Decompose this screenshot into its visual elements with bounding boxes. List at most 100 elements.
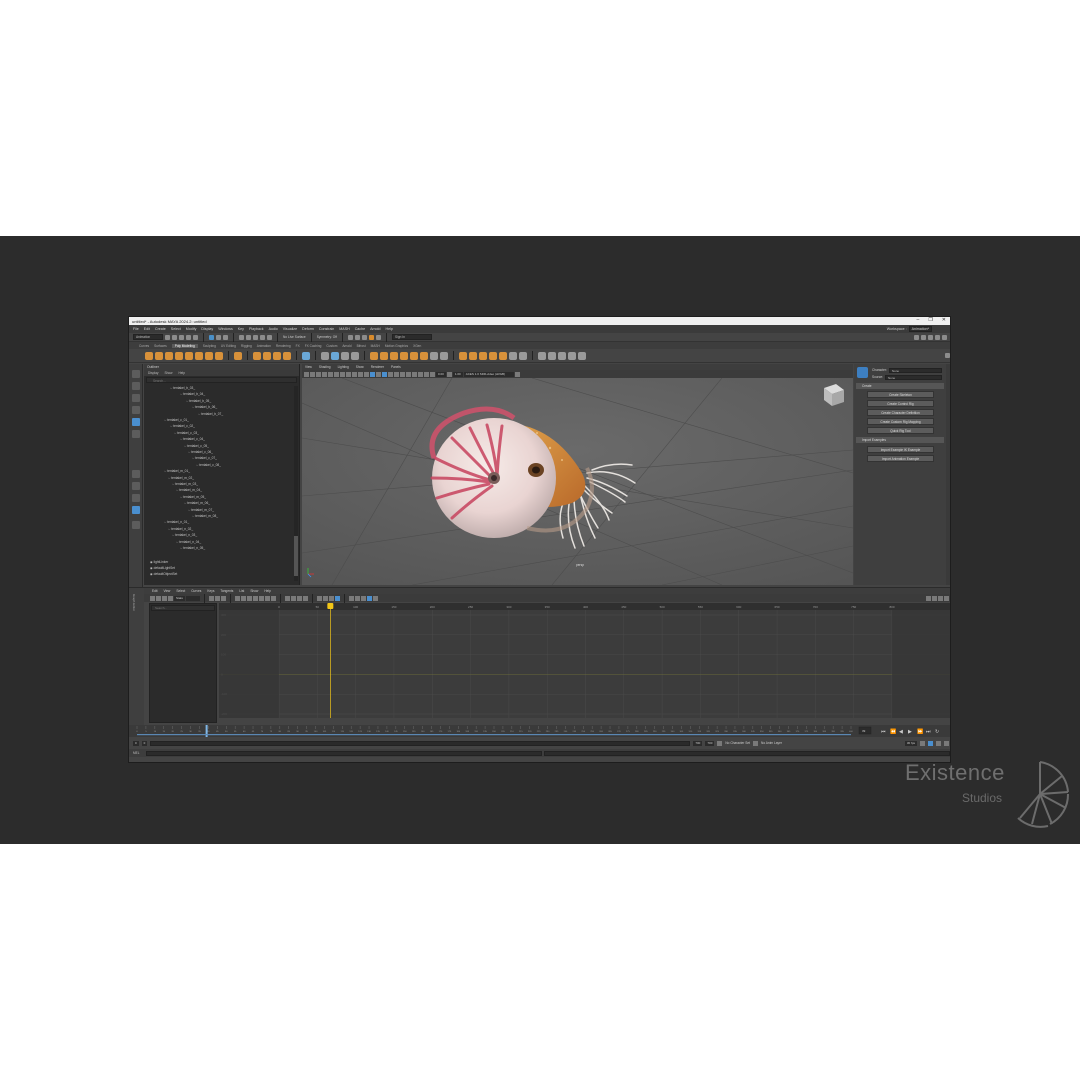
poly-disc-icon[interactable] bbox=[205, 351, 213, 360]
shelf-tab-fx-caching[interactable]: FX Caching bbox=[305, 344, 322, 348]
graph-canvas[interactable]: 0 50 100 150 200 250 300 350 400 450 500 550 600 650 7… bbox=[219, 603, 951, 718]
color-management-icon[interactable] bbox=[514, 371, 520, 377]
fps-dropdown[interactable]: 30 fps bbox=[904, 740, 917, 746]
ge-expand-icon[interactable] bbox=[944, 595, 949, 601]
menu-mash[interactable]: MASH bbox=[339, 327, 349, 331]
playback-control-icon[interactable]: ⏮ bbox=[881, 729, 886, 735]
import-ik-example-button[interactable]: Import Example IK Example bbox=[867, 446, 934, 453]
rotate-tool-icon[interactable] bbox=[132, 418, 140, 426]
outliner-item[interactable]: ⌵ tentakel_n_02_ bbox=[168, 527, 193, 531]
shelf-tab-surfaces[interactable]: Surfaces bbox=[154, 344, 167, 348]
poly-platonic-icon[interactable] bbox=[215, 351, 223, 360]
gamma-icon[interactable] bbox=[446, 371, 452, 377]
menu-select[interactable]: Select bbox=[171, 327, 181, 331]
outliner-item[interactable]: ⌵ tentakel_c_02_ bbox=[170, 424, 195, 428]
poly-sphere-icon[interactable] bbox=[145, 351, 153, 360]
outliner-item[interactable]: ⌵ tentakel_c_07_ bbox=[192, 456, 217, 460]
menu-help[interactable]: Help bbox=[385, 327, 392, 331]
xray-joints-icon[interactable] bbox=[430, 371, 435, 377]
maximize-button[interactable]: ❐ bbox=[928, 317, 932, 323]
outliner-item[interactable]: ⌵ tentakel_m_03_ bbox=[172, 482, 198, 486]
close-button[interactable]: ✕ bbox=[942, 317, 946, 323]
anim-layer-label[interactable]: No Anim Layer bbox=[761, 741, 782, 745]
outliner-item[interactable]: ⌵ tentakel_c_06_ bbox=[188, 450, 213, 454]
loop-icon[interactable] bbox=[920, 740, 925, 746]
offset-loop-icon[interactable] bbox=[558, 351, 566, 360]
select-tool-icon[interactable] bbox=[132, 370, 140, 378]
step-tangent-icon[interactable] bbox=[264, 595, 270, 601]
snap-surface-icon[interactable] bbox=[267, 334, 272, 340]
range-end-field[interactable]: 700 bbox=[705, 740, 715, 746]
film-gate-icon[interactable] bbox=[334, 371, 339, 377]
swap-buffer-icon[interactable] bbox=[322, 595, 328, 601]
outliner-menu-help[interactable]: Help bbox=[178, 370, 185, 376]
reduce-icon[interactable] bbox=[459, 351, 467, 360]
create-character-definition-button[interactable]: Create Character Definition bbox=[867, 409, 934, 416]
safe-action-icon[interactable] bbox=[358, 371, 363, 377]
resolution-gate-icon[interactable] bbox=[340, 371, 345, 377]
bridge-icon[interactable] bbox=[331, 351, 339, 360]
outliner-item[interactable]: ⌵ tentakel_m_01_ bbox=[164, 469, 190, 473]
outliner-item[interactable]: ⌵ tentakel_b_05_ bbox=[186, 399, 211, 403]
smooth-shade-icon[interactable] bbox=[370, 371, 375, 377]
shelf-tab-rigging[interactable]: Rigging bbox=[241, 344, 252, 348]
range-inner-start-field[interactable]: 0 bbox=[141, 740, 148, 746]
paint-select-icon[interactable] bbox=[132, 394, 140, 402]
edge-loop-icon[interactable] bbox=[548, 351, 556, 360]
outliner-set-item[interactable]: ◉ defaultObjectSet bbox=[150, 572, 177, 576]
range-slider-track[interactable] bbox=[150, 740, 691, 746]
graph-search-input[interactable]: Search... bbox=[151, 605, 215, 611]
outliner-item[interactable]: ⌵ tentakel_m_04_ bbox=[176, 488, 202, 492]
playback-control-icon[interactable]: ◀ bbox=[899, 729, 903, 735]
extrude-icon[interactable] bbox=[341, 351, 349, 360]
free-weight-icon[interactable] bbox=[296, 595, 302, 601]
render-view-icon[interactable] bbox=[376, 334, 381, 340]
poly-cone-icon[interactable] bbox=[175, 351, 183, 360]
camera-select-icon[interactable] bbox=[304, 371, 309, 377]
menu-windows[interactable]: Windows bbox=[218, 327, 233, 331]
outliner-search-input[interactable]: Search... bbox=[146, 377, 297, 383]
playback-control-icon[interactable]: ⏪ bbox=[890, 728, 896, 735]
shelf-tab-custom[interactable]: Custom bbox=[326, 344, 337, 348]
shelf-tab-mash[interactable]: MASH bbox=[371, 344, 380, 348]
anim-layer-icon[interactable] bbox=[753, 740, 759, 746]
layout-uv-icon[interactable] bbox=[519, 351, 527, 360]
anti-alias-icon[interactable] bbox=[412, 371, 417, 377]
poly-cube-icon[interactable] bbox=[155, 351, 163, 360]
lock-weight-icon[interactable] bbox=[302, 595, 308, 601]
playback-prefs-icon[interactable] bbox=[936, 740, 941, 746]
poly-torus-icon[interactable] bbox=[185, 351, 193, 360]
text-icon[interactable] bbox=[273, 351, 281, 360]
isolate-select-icon[interactable] bbox=[418, 371, 423, 377]
append-polygon-icon[interactable] bbox=[410, 351, 418, 360]
mirror-icon[interactable] bbox=[302, 351, 310, 360]
single-view-icon[interactable] bbox=[132, 470, 140, 478]
outliner-item[interactable]: ⌵ tentakel_b_06_ bbox=[192, 405, 217, 409]
sign-in-dropdown[interactable]: Sign In bbox=[392, 334, 432, 340]
outliner-item[interactable]: ⌵ tentakel_m_08_ bbox=[192, 514, 218, 518]
render-settings-icon[interactable] bbox=[362, 334, 367, 340]
viewport-canvas[interactable] bbox=[302, 378, 853, 585]
retopo-icon[interactable] bbox=[469, 351, 477, 360]
time-slider[interactable]: 0 5 10 15 20 25 30 35 40 45 50 55 60 65 70 75 80 85 90 95 10… bbox=[129, 725, 951, 737]
outliner-item[interactable]: ⌵ tentakel_m_05_ bbox=[180, 495, 206, 499]
outliner-set-item[interactable]: ◉ defaultLightSet bbox=[150, 566, 175, 570]
menu-modify[interactable]: Modify bbox=[186, 327, 197, 331]
zoom-icon[interactable] bbox=[132, 521, 140, 529]
menu-file[interactable]: File bbox=[133, 327, 139, 331]
menu-visualize[interactable]: Visualize bbox=[283, 327, 297, 331]
buffer-curve-icon[interactable] bbox=[316, 595, 322, 601]
shelf-tab-curves[interactable]: Curves bbox=[139, 344, 149, 348]
shelf-tab-xgen[interactable]: XGen bbox=[413, 344, 421, 348]
shelf-tab-uv-editing[interactable]: UV Editing bbox=[221, 344, 236, 348]
menu-audio[interactable]: Audio bbox=[269, 327, 278, 331]
menu-cache[interactable]: Cache bbox=[355, 327, 365, 331]
post-infinity-icon[interactable] bbox=[354, 595, 360, 601]
render-icon[interactable] bbox=[348, 334, 353, 340]
dope-sheet-icon[interactable] bbox=[360, 595, 366, 601]
grid-toggle-icon[interactable] bbox=[328, 371, 333, 377]
lasso-tool-icon[interactable] bbox=[132, 382, 140, 390]
outliner-item[interactable]: ⌵ tentakel_c_03_ bbox=[174, 431, 199, 435]
four-view-icon[interactable] bbox=[132, 482, 140, 490]
menu-playback[interactable]: Playback bbox=[249, 327, 264, 331]
